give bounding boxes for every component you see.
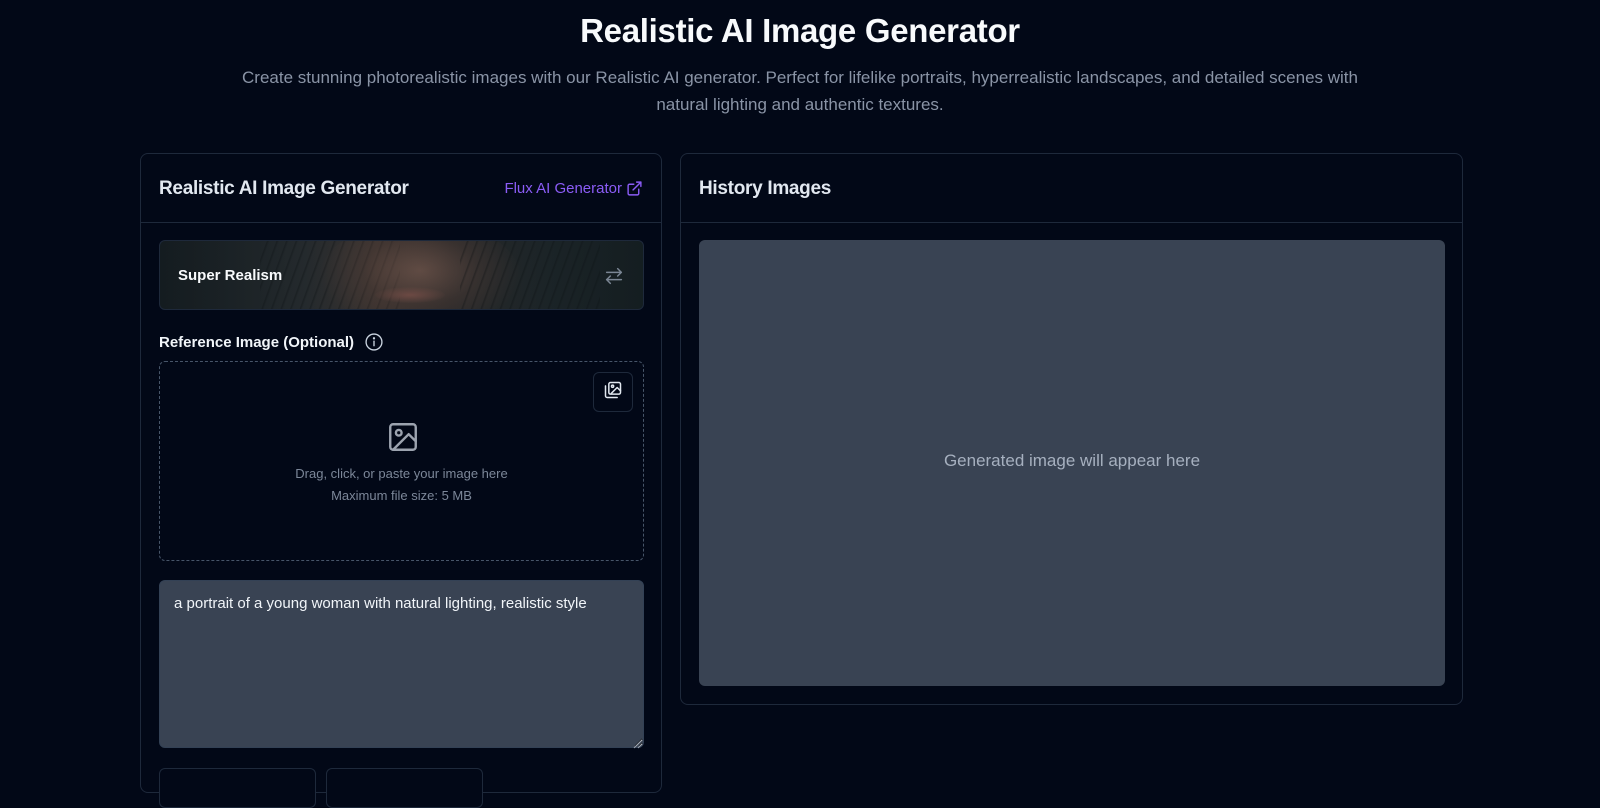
- resize-handle-icon[interactable]: [633, 736, 642, 749]
- image-gallery-icon: [603, 380, 623, 405]
- history-card: History Images Generated image will appe…: [680, 153, 1463, 705]
- external-link-icon: [626, 180, 643, 197]
- dropzone-max-size: Maximum file size: 5 MB: [331, 488, 472, 503]
- style-selector[interactable]: Super Realism: [159, 240, 644, 310]
- image-gallery-button[interactable]: [593, 372, 633, 412]
- generator-title: Realistic AI Image Generator: [159, 178, 409, 199]
- reference-image-dropzone[interactable]: Drag, click, or paste your image here Ma…: [159, 361, 644, 561]
- generated-image-area: Generated image will appear here: [699, 240, 1445, 686]
- prompt-input[interactable]: [159, 580, 644, 748]
- reference-image-label: Reference Image (Optional): [159, 333, 355, 351]
- option-button-2[interactable]: [326, 768, 483, 808]
- generator-card: Realistic AI Image Generator Flux AI Gen…: [140, 153, 662, 808]
- info-icon[interactable]: [364, 332, 384, 352]
- flux-link-label: Flux AI Generator: [504, 180, 622, 197]
- history-card-header: History Images: [681, 154, 1462, 223]
- generator-card-header: Realistic AI Image Generator Flux AI Gen…: [141, 154, 661, 223]
- style-label: Super Realism: [178, 267, 283, 284]
- reference-image-label-row: Reference Image (Optional): [159, 332, 384, 352]
- option-button-1[interactable]: [159, 768, 316, 808]
- flux-ai-generator-link[interactable]: Flux AI Generator: [504, 180, 643, 197]
- image-icon: [386, 420, 420, 454]
- history-title: History Images: [699, 178, 832, 199]
- dropzone-instructions: Drag, click, or paste your image here: [295, 466, 508, 481]
- page-title: Realistic AI Image Generator: [580, 12, 1020, 49]
- swap-icon[interactable]: [603, 265, 625, 287]
- page-subtitle: Create stunning photorealistic images wi…: [242, 68, 1358, 114]
- generated-image-placeholder: Generated image will appear here: [943, 451, 1201, 470]
